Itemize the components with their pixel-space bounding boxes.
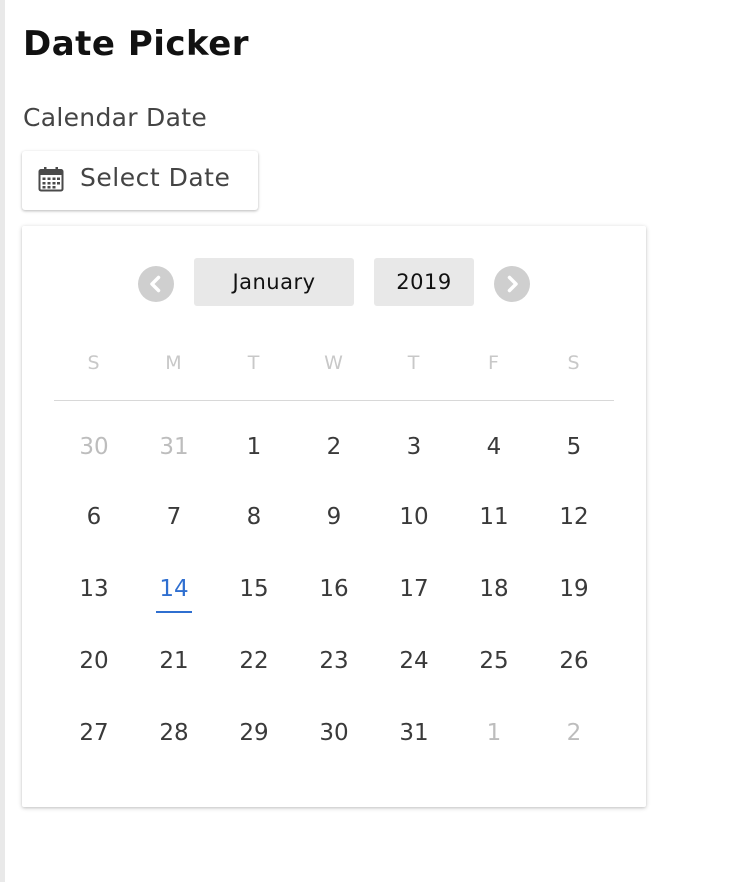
- calendar-day[interactable]: 9: [294, 497, 374, 537]
- day-number: 9: [326, 504, 342, 530]
- calendar-day[interactable]: 16: [294, 569, 374, 609]
- month-select[interactable]: January: [194, 258, 354, 306]
- day-number: 3: [406, 434, 422, 460]
- weekday-divider: [54, 400, 614, 401]
- day-number: 10: [399, 504, 429, 530]
- next-month-button[interactable]: [494, 266, 530, 302]
- calendar-popup: January 2019 SMTWTFS 30 31 1 2 3 4 5 6 7 8 9 10 11 12…: [22, 226, 646, 807]
- calendar-day[interactable]: 3: [374, 427, 454, 467]
- day-number: 21: [159, 648, 189, 674]
- calendar-day[interactable]: 10: [374, 497, 454, 537]
- day-number: 31: [159, 434, 189, 460]
- weekday-label: T: [407, 352, 421, 374]
- left-border: [0, 0, 5, 882]
- day-number: 1: [486, 720, 502, 746]
- calendar-day[interactable]: 30: [294, 713, 374, 753]
- calendar-day[interactable]: 18: [454, 569, 534, 609]
- prev-month-button[interactable]: [138, 266, 174, 302]
- today-underline: [156, 611, 192, 613]
- page: Date Picker Calendar Date Select Date Ja…: [0, 0, 742, 882]
- calendar-day[interactable]: 27: [54, 713, 134, 753]
- day-number: 27: [79, 720, 109, 746]
- day-number: 5: [566, 434, 582, 460]
- weekday-header: SMTWTFS: [54, 352, 614, 382]
- day-number: 20: [79, 648, 109, 674]
- day-number: 6: [86, 504, 102, 530]
- calendar-icon: [38, 166, 64, 192]
- calendar-day[interactable]: 4: [454, 427, 534, 467]
- field-label: Calendar Date: [23, 103, 208, 132]
- calendar-day[interactable]: 1: [214, 427, 294, 467]
- chevron-left-icon: [150, 275, 161, 293]
- day-number: 28: [159, 720, 189, 746]
- calendar-day[interactable]: 2: [534, 713, 614, 753]
- day-number: 30: [319, 720, 349, 746]
- calendar-day[interactable]: 31: [134, 427, 214, 467]
- day-number: 25: [479, 648, 509, 674]
- day-number: 13: [79, 576, 109, 602]
- day-number: 31: [399, 720, 429, 746]
- calendar-day[interactable]: 13: [54, 569, 134, 609]
- calendar-day-today[interactable]: 14: [134, 569, 214, 613]
- day-number: 18: [479, 576, 509, 602]
- select-date-label: Select Date: [80, 163, 231, 192]
- calendar-day[interactable]: 22: [214, 641, 294, 681]
- calendar-day[interactable]: 17: [374, 569, 454, 609]
- calendar-day[interactable]: 12: [534, 497, 614, 537]
- calendar-day[interactable]: 23: [294, 641, 374, 681]
- day-number: 14: [159, 576, 189, 602]
- calendar-day[interactable]: 28: [134, 713, 214, 753]
- chevron-right-icon: [507, 275, 518, 293]
- weekday-label: M: [165, 352, 183, 374]
- day-number: 1: [246, 434, 262, 460]
- day-number: 30: [79, 434, 109, 460]
- calendar-day[interactable]: 21: [134, 641, 214, 681]
- day-number: 29: [239, 720, 269, 746]
- day-number: 19: [559, 576, 589, 602]
- select-date-button[interactable]: Select Date: [22, 151, 258, 210]
- day-number: 4: [486, 434, 502, 460]
- weekday-label: W: [324, 352, 344, 374]
- weekday-label: F: [488, 352, 500, 374]
- year-select[interactable]: 2019: [374, 258, 474, 306]
- calendar-day[interactable]: 29: [214, 713, 294, 753]
- day-number: 22: [239, 648, 269, 674]
- page-title: Date Picker: [23, 24, 250, 64]
- calendar-day[interactable]: 30: [54, 427, 134, 467]
- calendar-day[interactable]: 8: [214, 497, 294, 537]
- calendar-day[interactable]: 19: [534, 569, 614, 609]
- calendar-day[interactable]: 2: [294, 427, 374, 467]
- day-number: 12: [559, 504, 589, 530]
- day-number: 8: [246, 504, 262, 530]
- day-number: 2: [566, 720, 582, 746]
- calendar-day[interactable]: 24: [374, 641, 454, 681]
- day-number: 15: [239, 576, 269, 602]
- calendar-day[interactable]: 1: [454, 713, 534, 753]
- calendar-day[interactable]: 11: [454, 497, 534, 537]
- day-number: 17: [399, 576, 429, 602]
- day-number: 16: [319, 576, 349, 602]
- day-number: 7: [166, 504, 182, 530]
- calendar-day[interactable]: 5: [534, 427, 614, 467]
- calendar-day[interactable]: 20: [54, 641, 134, 681]
- calendar-day[interactable]: 31: [374, 713, 454, 753]
- calendar-day[interactable]: 7: [134, 497, 214, 537]
- day-number: 2: [326, 434, 342, 460]
- calendar-day[interactable]: 26: [534, 641, 614, 681]
- day-number: 11: [479, 504, 509, 530]
- weekday-label: S: [87, 352, 101, 374]
- calendar-day[interactable]: 15: [214, 569, 294, 609]
- calendar-day[interactable]: 25: [454, 641, 534, 681]
- day-number: 24: [399, 648, 429, 674]
- weekday-label: S: [567, 352, 581, 374]
- day-number: 26: [559, 648, 589, 674]
- weekday-label: T: [247, 352, 261, 374]
- calendar-day[interactable]: 6: [54, 497, 134, 537]
- day-number: 23: [319, 648, 349, 674]
